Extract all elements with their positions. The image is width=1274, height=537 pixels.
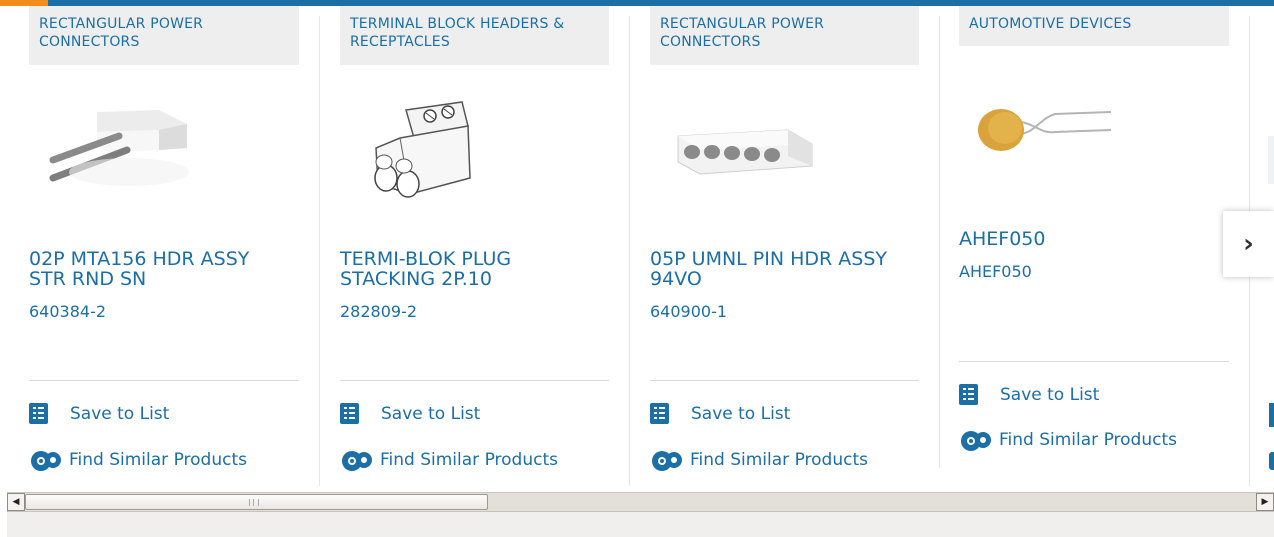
product-carousel: RECTANGULAR POWER CONNECTORS 02P MTA156 … [0, 6, 1274, 488]
part-number[interactable]: 282809-2 [340, 302, 417, 322]
partial-card-save-icon [1269, 403, 1274, 427]
gear-cluster-icon [652, 451, 682, 471]
card-divider [29, 380, 299, 381]
card-separator [939, 16, 940, 468]
find-similar-button[interactable]: Find Similar Products [959, 426, 1177, 454]
product-title[interactable]: 05P UMNL PIN HDR ASSY 94VO [650, 249, 910, 289]
save-to-list-label: Save to List [1000, 384, 1100, 405]
product-title[interactable]: TERMI-BLOK PLUG STACKING 2P.10 [340, 249, 600, 289]
product-category[interactable]: RECTANGULAR POWER CONNECTORS [650, 6, 919, 65]
footer-area [7, 512, 1274, 537]
product-card: AUTOMOTIVE DEVICES AHEF050 AHEF050 Save … [959, 6, 1229, 486]
product-title[interactable]: AHEF050 [959, 229, 1219, 249]
checklist-icon [29, 403, 48, 424]
product-image[interactable] [670, 126, 820, 186]
save-to-list-button[interactable]: Save to List [340, 403, 480, 424]
find-similar-label: Find Similar Products [999, 430, 1177, 450]
checklist-icon [340, 403, 359, 424]
horizontal-scrollbar[interactable]: ◀ ▶ [7, 492, 1274, 512]
product-title[interactable]: 02P MTA156 HDR ASSY STR RND SN [29, 249, 289, 289]
thumb-grip [249, 499, 259, 506]
checklist-icon [959, 384, 978, 405]
partial-card-image [1268, 136, 1274, 184]
find-similar-label: Find Similar Products [690, 450, 868, 470]
save-to-list-label: Save to List [691, 403, 791, 424]
card-divider [959, 361, 1229, 362]
chevron-right-icon: › [1243, 229, 1254, 259]
part-number[interactable]: AHEF050 [959, 262, 1032, 282]
carousel-next-button[interactable]: › [1223, 211, 1274, 277]
product-card: TERMINAL BLOCK HEADERS & RECEPTACLES TER… [340, 6, 609, 486]
gear-cluster-icon [31, 451, 61, 471]
checklist-icon [650, 403, 669, 424]
scrollbar-thumb[interactable] [25, 494, 488, 510]
card-divider [650, 380, 919, 381]
scroll-left-arrow-icon[interactable]: ◀ [7, 493, 25, 511]
find-similar-button[interactable]: Find Similar Products [340, 446, 558, 474]
product-card: RECTANGULAR POWER CONNECTORS 05P UMNL PI… [650, 6, 919, 486]
find-similar-button[interactable]: Find Similar Products [29, 446, 247, 474]
save-to-list-button[interactable]: Save to List [29, 403, 169, 424]
save-to-list-button[interactable]: Save to List [959, 384, 1099, 405]
product-image[interactable] [370, 98, 480, 208]
scroll-right-arrow-icon[interactable]: ▶ [1256, 493, 1274, 511]
card-divider [340, 380, 609, 381]
part-number[interactable]: 640384-2 [29, 302, 106, 322]
save-to-list-label: Save to List [381, 403, 481, 424]
find-similar-label: Find Similar Products [380, 450, 558, 470]
gear-cluster-icon [342, 451, 372, 471]
partial-card-gear-icon [1269, 452, 1274, 470]
card-separator [629, 16, 630, 486]
product-image[interactable] [975, 104, 1115, 154]
save-to-list-label: Save to List [70, 403, 170, 424]
card-separator [319, 16, 320, 486]
find-similar-label: Find Similar Products [69, 450, 247, 470]
save-to-list-button[interactable]: Save to List [650, 403, 790, 424]
product-image[interactable] [49, 102, 199, 202]
find-similar-button[interactable]: Find Similar Products [650, 446, 868, 474]
product-card: RECTANGULAR POWER CONNECTORS 02P MTA156 … [29, 6, 299, 486]
product-category[interactable]: AUTOMOTIVE DEVICES [959, 6, 1229, 46]
part-number[interactable]: 640900-1 [650, 302, 727, 322]
product-category[interactable]: RECTANGULAR POWER CONNECTORS [29, 6, 299, 65]
product-category[interactable]: TERMINAL BLOCK HEADERS & RECEPTACLES [340, 6, 609, 65]
gear-cluster-icon [961, 431, 991, 451]
